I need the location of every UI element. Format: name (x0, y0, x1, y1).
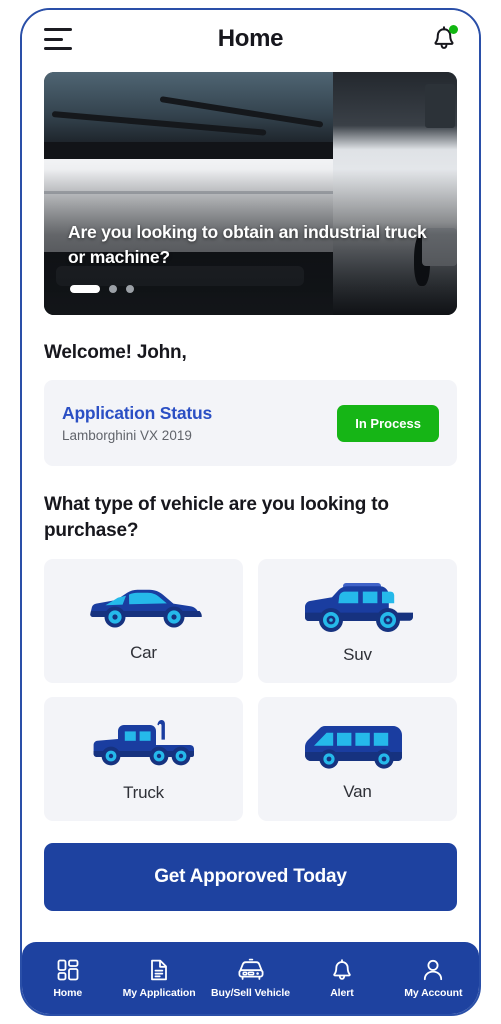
bottom-navigation-bar: Home My Application Buy/Sell Vehicle Ale… (22, 942, 479, 1014)
nav-item-my-account[interactable]: My Account (388, 958, 479, 999)
car-icon (89, 590, 202, 628)
dashboard-grid-icon (57, 959, 79, 980)
carousel-dot[interactable] (109, 285, 117, 293)
carousel-dots[interactable] (70, 285, 134, 293)
nav-label: Home (53, 986, 83, 999)
application-status-title: Application Status (62, 403, 213, 423)
vehicle-option-label: Suv (343, 645, 372, 665)
truck-icon (93, 720, 194, 766)
hamburger-line (44, 47, 72, 50)
app-header: Home (22, 10, 479, 68)
hamburger-line (44, 37, 63, 41)
welcome-greeting: Welcome! John, (44, 342, 187, 363)
nav-item-my-application[interactable]: My Application (113, 958, 204, 999)
nav-item-alert[interactable]: Alert (296, 958, 387, 999)
nav-item-buy-sell-vehicle[interactable]: Buy/Sell Vehicle (205, 958, 296, 999)
get-approved-button[interactable]: Get Apporoved Today (44, 843, 457, 912)
carousel-dot-active[interactable] (70, 285, 100, 293)
notification-dot (449, 25, 458, 34)
banner-second-truck-window (424, 84, 455, 128)
document-icon (151, 959, 168, 980)
person-icon (424, 959, 443, 980)
bell-icon (333, 958, 351, 980)
nav-label: Alert (330, 986, 354, 999)
nav-item-home[interactable]: Home (22, 958, 113, 999)
application-status-text: Application Status Lamborghini VX 2019 (62, 403, 337, 443)
hamburger-menu-icon[interactable] (44, 28, 74, 50)
vehicle-option-suv[interactable]: Suv (258, 559, 457, 684)
application-status-card[interactable]: Application Status Lamborghini VX 2019 I… (44, 380, 457, 466)
van-icon (304, 726, 402, 769)
nav-label: My Account (404, 986, 463, 999)
banner-headline: Are you looking to obtain an industrial … (68, 222, 427, 267)
nav-label: Buy/Sell Vehicle (211, 986, 290, 999)
vehicle-option-label: Truck (123, 783, 164, 803)
car-front-icon (238, 958, 264, 980)
hamburger-line (44, 28, 72, 31)
main-content: Welcome! John, Application Status Lambor… (22, 315, 479, 924)
phone-frame: Home Are you looking to obtain an indust… (20, 8, 481, 1016)
application-vehicle-name: Lamborghini VX 2019 (62, 428, 192, 443)
suv-icon (304, 583, 413, 633)
vehicle-option-car[interactable]: Car (44, 559, 243, 684)
carousel-dot[interactable] (126, 285, 134, 293)
vehicle-option-truck[interactable]: Truck (44, 697, 243, 822)
vehicle-option-label: Van (343, 782, 372, 802)
nav-label: My Application (122, 986, 196, 999)
vehicle-type-question: What type of vehicle are you looking to … (44, 494, 389, 541)
vehicle-option-van[interactable]: Van (258, 697, 457, 822)
status-badge: In Process (337, 404, 439, 442)
page-title: Home (217, 25, 284, 52)
vehicle-option-label: Car (130, 643, 157, 663)
notification-bell-button[interactable] (431, 25, 458, 53)
vehicle-type-grid: Car Suv Truck Van (44, 559, 457, 822)
hero-banner[interactable]: Are you looking to obtain an industrial … (44, 72, 457, 315)
